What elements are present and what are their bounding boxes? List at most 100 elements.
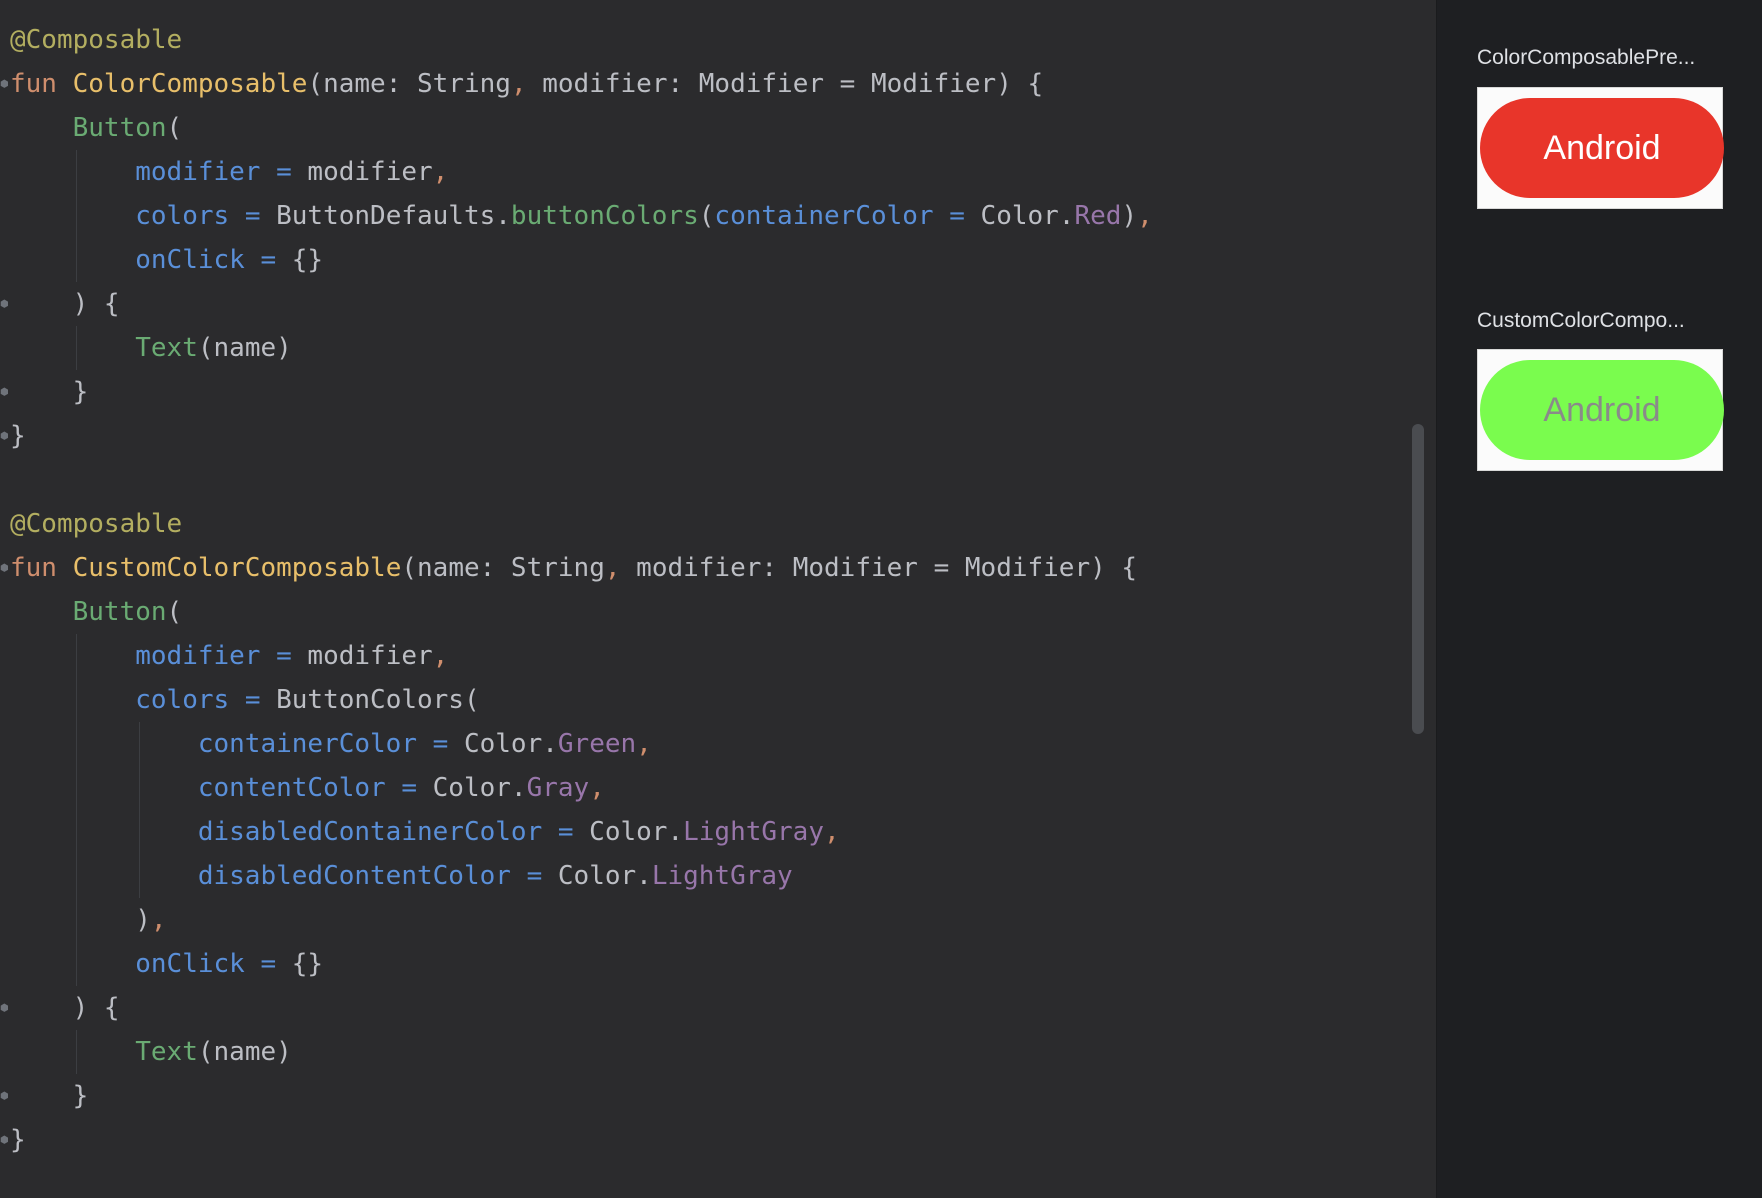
preview-frame-custom-color-composable[interactable]: Android xyxy=(1477,349,1724,471)
code-token: (name) xyxy=(197,1037,292,1067)
fold-marker-icon[interactable]: ⬢ xyxy=(0,298,9,312)
code-token: buttonColors xyxy=(510,201,699,231)
fold-marker-icon[interactable]: ⬢ xyxy=(0,1090,9,1104)
code-line[interactable]: Text(name) xyxy=(10,1030,1153,1074)
code-line[interactable]: fun ColorComposable(name: String, modifi… xyxy=(10,62,1153,106)
code-line[interactable]: disabledContentColor = Color.LightGray xyxy=(10,854,1153,898)
code-token: contentColor xyxy=(197,773,386,803)
code-lines[interactable]: @Composable fun ColorComposable(name: Str… xyxy=(10,18,1153,1162)
code-token: = xyxy=(276,157,292,187)
code-line[interactable]: } xyxy=(10,1118,1153,1162)
editor-scrollbar[interactable] xyxy=(1412,424,1424,734)
code-token: CustomColorComposable xyxy=(72,553,402,583)
fold-marker-icon[interactable]: ⬢ xyxy=(0,1002,9,1016)
code-token: disabledContentColor xyxy=(197,861,511,891)
code-line[interactable]: containerColor = Color.Green, xyxy=(10,722,1153,766)
preview-frame-color-composable[interactable]: Android xyxy=(1477,87,1724,209)
code-line[interactable]: ) { xyxy=(10,282,1153,326)
code-line[interactable]: } xyxy=(10,414,1153,458)
fold-marker-icon[interactable]: ⬢ xyxy=(0,386,9,400)
code-token: onClick xyxy=(135,245,245,275)
code-line[interactable]: fun CustomColorComposable(name: String, … xyxy=(10,546,1153,590)
code-token: fun xyxy=(10,553,73,583)
code-line[interactable]: @Composable xyxy=(10,502,1153,546)
code-token: Gray xyxy=(526,773,590,803)
code-line[interactable]: contentColor = Color.Gray, xyxy=(10,766,1153,810)
fold-marker-icon[interactable]: ⬢ xyxy=(0,562,9,576)
fold-marker-icon[interactable]: ⬢ xyxy=(0,430,9,444)
code-line[interactable]: Text(name) xyxy=(10,326,1153,370)
code-line[interactable]: colors = ButtonDefaults.buttonColors(con… xyxy=(10,194,1153,238)
code-token: fun xyxy=(10,69,73,99)
code-line[interactable]: modifier = modifier, xyxy=(10,150,1153,194)
code-token: Text xyxy=(135,333,198,363)
preview-android-button-red[interactable]: Android xyxy=(1480,98,1724,198)
indent-guide xyxy=(76,326,78,370)
code-line[interactable]: Button( xyxy=(10,590,1153,634)
code-token: ) { xyxy=(72,289,120,319)
code-token: ( xyxy=(166,597,183,627)
code-line[interactable]: modifier = modifier, xyxy=(10,634,1153,678)
code-line[interactable]: } xyxy=(10,1074,1153,1118)
code-line[interactable]: onClick = {} xyxy=(10,942,1153,986)
code-line[interactable]: ) { xyxy=(10,986,1153,1030)
code-token: disabledContainerColor xyxy=(197,817,543,847)
preview-title-color-composable[interactable]: ColorComposablePre... xyxy=(1477,46,1695,70)
code-token: } xyxy=(72,377,89,407)
code-token: = xyxy=(244,685,261,715)
code-token: containerColor xyxy=(714,201,934,231)
code-token: ) xyxy=(1121,201,1138,231)
code-line[interactable]: onClick = {} xyxy=(10,238,1153,282)
code-line[interactable]: Button( xyxy=(10,106,1153,150)
indent-guide xyxy=(138,722,140,898)
code-token: modifier: Modifier = Modifier) { xyxy=(620,553,1138,583)
fold-marker-icon[interactable]: ⬢ xyxy=(0,78,9,92)
indent-guide xyxy=(76,1030,78,1074)
preview-android-button-green[interactable]: Android xyxy=(1480,360,1724,460)
indent-guide xyxy=(76,150,78,282)
code-line[interactable]: ), xyxy=(10,898,1153,942)
code-line[interactable]: @Composable xyxy=(10,18,1153,62)
code-token: Button xyxy=(72,597,167,627)
ide-window: @Composable fun ColorComposable(name: Str… xyxy=(0,0,1762,1198)
code-line[interactable]: colors = ButtonColors( xyxy=(10,678,1153,722)
code-token: = xyxy=(260,949,277,979)
code-token: (name) xyxy=(197,333,292,363)
compose-preview-panel: ColorComposablePre... Android CustomColo… xyxy=(1436,0,1762,1198)
code-token: , xyxy=(1137,201,1153,231)
fold-marker-icon[interactable]: ⬢ xyxy=(0,1134,9,1148)
code-token: containerColor xyxy=(197,729,417,759)
code-token: @Composable xyxy=(10,25,183,55)
code-token: ButtonDefaults. xyxy=(260,201,511,231)
code-token: ( xyxy=(698,201,715,231)
code-token: = xyxy=(276,641,292,671)
code-token: = xyxy=(260,245,277,275)
code-line[interactable] xyxy=(10,458,1153,502)
code-token: (name: String xyxy=(401,553,605,583)
code-token: (name: String xyxy=(307,69,511,99)
code-line[interactable]: disabledContainerColor = Color.LightGray… xyxy=(10,810,1153,854)
code-editor[interactable]: @Composable fun ColorComposable(name: Str… xyxy=(0,0,1436,1198)
code-token: Red xyxy=(1074,201,1122,231)
code-token: Color. xyxy=(573,817,684,847)
code-token: = xyxy=(401,773,417,803)
code-token: onClick xyxy=(135,949,245,979)
code-line[interactable]: } xyxy=(10,370,1153,414)
preview-title-custom-color-composable[interactable]: CustomColorCompo... xyxy=(1477,309,1685,333)
